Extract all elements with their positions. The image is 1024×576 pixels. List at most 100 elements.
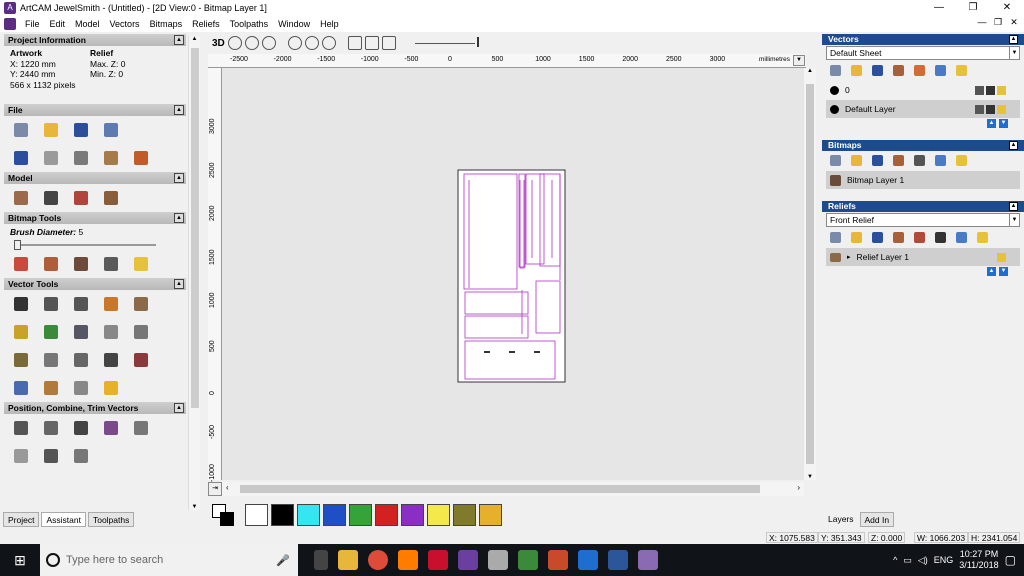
zoom-in-icon[interactable] bbox=[287, 36, 302, 50]
bulb-icon[interactable] bbox=[997, 85, 1006, 95]
project-info-header[interactable]: Project Information ▲ bbox=[4, 34, 186, 46]
collapse-icon[interactable]: ▲ bbox=[174, 35, 184, 45]
relief-dropdown[interactable]: Front Relief ▼ bbox=[826, 213, 1020, 227]
color-swatch[interactable] bbox=[401, 504, 424, 526]
copy-icon[interactable] bbox=[100, 147, 122, 169]
paint-brush-icon[interactable] bbox=[10, 253, 32, 275]
frame-icon[interactable] bbox=[100, 321, 122, 343]
doc-close-button[interactable]: ✕ bbox=[1008, 17, 1020, 28]
bitmap-settings-icon[interactable] bbox=[914, 155, 925, 166]
collapse-icon[interactable]: ▲ bbox=[174, 105, 184, 115]
zoom-previous-icon[interactable] bbox=[261, 36, 276, 50]
color-swatch[interactable] bbox=[323, 504, 346, 526]
taskbar-search[interactable]: Type here to search 🎤 bbox=[40, 544, 298, 576]
color-swatch[interactable] bbox=[427, 504, 450, 526]
collapse-icon[interactable]: ▲ bbox=[174, 279, 184, 289]
menu-model[interactable]: Model bbox=[70, 19, 105, 29]
color-swatch[interactable] bbox=[349, 504, 372, 526]
move-down-icon[interactable]: ▼ bbox=[999, 267, 1008, 276]
chevron-icon[interactable] bbox=[100, 349, 122, 371]
spiral-icon[interactable] bbox=[70, 445, 92, 467]
tab-project[interactable]: Project bbox=[3, 512, 40, 527]
view-3d-button[interactable]: 3D bbox=[212, 38, 225, 49]
volume-icon[interactable]: ◁) bbox=[918, 555, 928, 566]
combine-icon[interactable] bbox=[130, 417, 152, 439]
bulb-icon[interactable] bbox=[997, 104, 1006, 114]
drawing-canvas[interactable] bbox=[222, 68, 804, 480]
zoom-all-icon[interactable] bbox=[321, 36, 336, 50]
tab-add-in[interactable]: Add In bbox=[859, 512, 895, 527]
bitmaps-header[interactable]: Bitmaps ▲ bbox=[822, 140, 1024, 151]
open-bitmap-icon[interactable] bbox=[851, 155, 862, 166]
copy-relief-icon[interactable] bbox=[893, 232, 904, 243]
view-back-icon[interactable] bbox=[381, 36, 396, 50]
vector-shape-icon[interactable] bbox=[130, 293, 152, 315]
color-swatch[interactable] bbox=[453, 504, 476, 526]
clear-bitmap-icon[interactable] bbox=[130, 253, 152, 275]
vectors-header[interactable]: Vectors ▲ bbox=[822, 34, 1024, 45]
combine-relief-icon[interactable] bbox=[914, 232, 925, 243]
save-relief-icon[interactable] bbox=[872, 232, 883, 243]
zoom-fit-icon[interactable] bbox=[227, 36, 242, 50]
vector-layer-default[interactable]: Default Layer bbox=[826, 100, 1020, 118]
menu-toolpaths[interactable]: Toolpaths bbox=[225, 19, 274, 29]
cut-icon[interactable] bbox=[70, 147, 92, 169]
model-image-icon[interactable] bbox=[70, 187, 92, 209]
visibility-icon[interactable] bbox=[986, 85, 995, 95]
microphone-icon[interactable]: 🎤 bbox=[276, 554, 290, 567]
start-button[interactable]: ⊞ bbox=[0, 544, 40, 576]
zoom-box-icon[interactable] bbox=[304, 36, 319, 50]
layer-color-icon[interactable] bbox=[830, 85, 839, 95]
tab-toolpaths[interactable]: Toolpaths bbox=[87, 512, 135, 527]
bracket-icon[interactable] bbox=[70, 349, 92, 371]
circle-array-icon[interactable] bbox=[40, 417, 62, 439]
menu-vectors[interactable]: Vectors bbox=[105, 19, 145, 29]
collapse-icon[interactable]: ▲ bbox=[1009, 141, 1018, 150]
scroll-corner-button[interactable]: ⇥ bbox=[208, 482, 222, 496]
notifications-icon[interactable]: ▢ bbox=[1005, 553, 1016, 567]
brush-slider-handle[interactable] bbox=[14, 240, 21, 250]
position-icon[interactable] bbox=[10, 417, 32, 439]
expand-icon[interactable]: ▸ bbox=[847, 253, 851, 261]
view-slider-handle[interactable] bbox=[476, 36, 479, 47]
collapse-icon[interactable]: ▲ bbox=[1009, 202, 1018, 211]
bulb-icon[interactable] bbox=[997, 252, 1006, 262]
bitmap-tools-header[interactable]: Bitmap Tools ▲ bbox=[4, 212, 186, 224]
scrollbar-thumb[interactable] bbox=[806, 84, 814, 464]
tab-layers[interactable]: Layers bbox=[824, 512, 858, 527]
delete-relief-icon[interactable] bbox=[956, 232, 967, 243]
pen-icon[interactable] bbox=[40, 377, 62, 399]
file-header[interactable]: File ▲ bbox=[4, 104, 186, 116]
delete-bitmap-icon[interactable] bbox=[935, 155, 946, 166]
save-icon[interactable] bbox=[70, 119, 92, 141]
star-icon[interactable] bbox=[100, 377, 122, 399]
view-snap-icon[interactable] bbox=[364, 36, 379, 50]
save-layer-icon[interactable] bbox=[872, 65, 883, 76]
delete-layer-icon[interactable] bbox=[935, 65, 946, 76]
block-copy-icon[interactable] bbox=[100, 417, 122, 439]
menu-reliefs[interactable]: Reliefs bbox=[187, 19, 225, 29]
relief-settings-icon[interactable] bbox=[935, 232, 946, 243]
view-grid-icon[interactable] bbox=[347, 36, 362, 50]
open-relief-icon[interactable] bbox=[851, 232, 862, 243]
clock[interactable]: 10:27 PM 3/11/2018 bbox=[959, 549, 998, 571]
lock-icon[interactable] bbox=[975, 104, 984, 114]
save-as-icon[interactable] bbox=[100, 119, 122, 141]
collapse-icon[interactable]: ▲ bbox=[1009, 35, 1018, 44]
new-bitmap-icon[interactable] bbox=[830, 155, 841, 166]
task-view-icon[interactable] bbox=[314, 550, 328, 570]
new-file-icon[interactable] bbox=[10, 119, 32, 141]
doc-restore-button[interactable]: ❐ bbox=[992, 17, 1004, 28]
canvas-vertical-scrollbar[interactable]: ▲ ▼ bbox=[804, 68, 816, 480]
align-icon[interactable] bbox=[70, 321, 92, 343]
artcam-taskbar-icon[interactable] bbox=[638, 550, 658, 570]
app-green-icon[interactable] bbox=[518, 550, 538, 570]
paste-layer-icon[interactable] bbox=[914, 65, 925, 76]
move-up-icon[interactable]: ▲ bbox=[987, 119, 996, 128]
nesting-icon[interactable] bbox=[70, 417, 92, 439]
visibility-icon[interactable] bbox=[986, 104, 995, 114]
layer-color-icon[interactable] bbox=[830, 104, 839, 114]
text-icon[interactable] bbox=[100, 293, 122, 315]
model-resolution-icon[interactable] bbox=[40, 187, 62, 209]
open-folder-icon[interactable] bbox=[40, 119, 62, 141]
